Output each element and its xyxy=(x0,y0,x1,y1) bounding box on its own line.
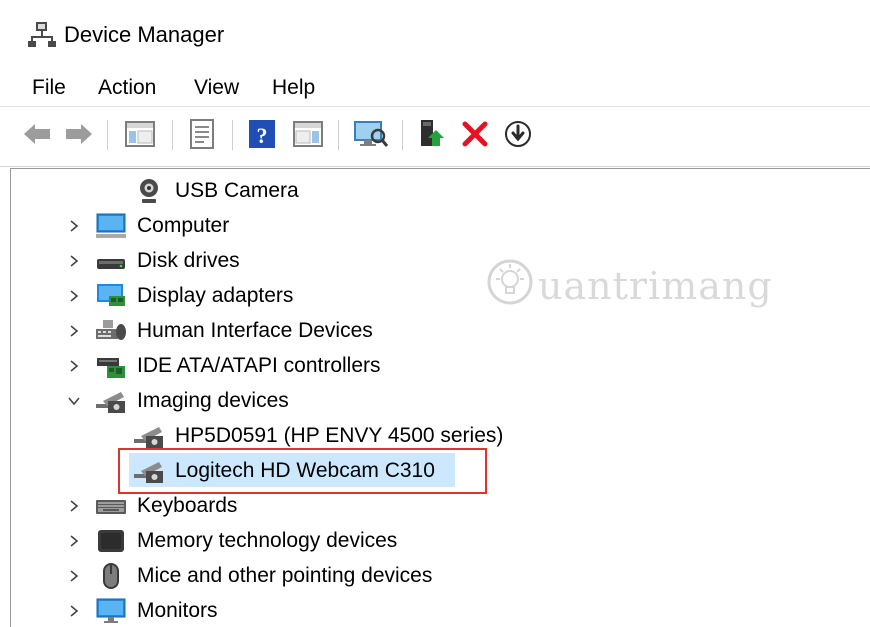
watermark-text: uantrimang xyxy=(538,264,773,308)
title-bar: Device Manager xyxy=(0,0,870,70)
tree-item-imaging-devices[interactable]: Imaging devices xyxy=(11,384,851,418)
chevron-right-icon[interactable] xyxy=(67,359,81,373)
tree-item-usb-camera[interactable]: USB Camera xyxy=(11,174,851,208)
menu-file[interactable]: File xyxy=(30,76,68,100)
tree-item-mice[interactable]: Mice and other pointing devices xyxy=(11,559,851,593)
tree-item-logitech-webcam[interactable]: Logitech HD Webcam C310 xyxy=(11,454,851,488)
chevron-right-icon[interactable] xyxy=(67,324,81,338)
menu-action[interactable]: Action xyxy=(96,76,158,100)
tree-item-label: Monitors xyxy=(137,599,218,622)
chevron-right-icon[interactable] xyxy=(67,254,81,268)
tree-item-label: IDE ATA/ATAPI controllers xyxy=(137,354,381,377)
imaging-device-icon xyxy=(134,427,163,448)
menu-help[interactable]: Help xyxy=(270,76,317,100)
properties-icon[interactable] xyxy=(184,116,220,152)
toolbar-separator xyxy=(338,120,339,150)
ide-controller-icon xyxy=(97,358,125,378)
mouse-icon xyxy=(103,563,119,589)
menu-view[interactable]: View xyxy=(192,76,241,100)
tree-item-label: Disk drives xyxy=(137,249,240,272)
tree-item-label: Human Interface Devices xyxy=(137,319,373,342)
tree-item-human-interface-devices[interactable]: Human Interface Devices xyxy=(11,314,851,348)
chevron-right-icon[interactable] xyxy=(67,604,81,618)
tree-item-label: Computer xyxy=(137,214,230,237)
tree-item-label: USB Camera xyxy=(175,179,299,202)
chevron-right-icon[interactable] xyxy=(67,289,81,303)
display-adapter-icon xyxy=(97,284,125,306)
toolbar-separator xyxy=(232,120,233,150)
lightbulb-logo-icon xyxy=(487,259,533,305)
device-manager-icon xyxy=(28,22,56,47)
back-arrow-icon[interactable] xyxy=(20,116,54,152)
tree-item-label: Keyboards xyxy=(137,494,238,517)
chevron-right-icon[interactable] xyxy=(67,569,81,583)
tree-item-computer[interactable]: Computer xyxy=(11,209,851,243)
disk-drive-icon xyxy=(97,259,125,269)
disable-device-icon[interactable] xyxy=(502,116,534,152)
tree-item-label: Logitech HD Webcam C310 xyxy=(175,459,435,482)
forward-arrow-icon[interactable] xyxy=(62,116,96,152)
keyboard-icon xyxy=(96,500,126,514)
menu-bar: File Action View Help xyxy=(0,72,870,107)
tree-item-label: Imaging devices xyxy=(137,389,289,412)
hid-icon xyxy=(96,320,126,340)
tree-item-label: Display adapters xyxy=(137,284,294,307)
toolbar-separator xyxy=(172,120,173,150)
toolbar-separator xyxy=(402,120,403,150)
chevron-right-icon[interactable] xyxy=(67,534,81,548)
tree-item-label: HP5D0591 (HP ENVY 4500 series) xyxy=(175,424,504,447)
toolbar: ? xyxy=(0,108,870,167)
imaging-device-icon xyxy=(96,392,125,413)
computer-icon xyxy=(96,213,126,238)
toolbar-separator xyxy=(107,120,108,150)
update-driver-icon[interactable] xyxy=(416,116,450,152)
help-icon[interactable]: ? xyxy=(246,116,278,152)
chevron-right-icon[interactable] xyxy=(67,499,81,513)
svg-text:?: ? xyxy=(257,123,268,148)
tree-item-label: Mice and other pointing devices xyxy=(137,564,433,587)
monitor-icon xyxy=(96,598,126,623)
device-tree: USB Camera Computer Disk drives Display … xyxy=(10,168,870,627)
memory-device-icon xyxy=(98,530,124,552)
tree-item-memory-technology-devices[interactable]: Memory technology devices xyxy=(11,524,851,558)
tree-item-label: Memory technology devices xyxy=(137,529,398,552)
webcam-icon xyxy=(140,179,158,203)
imaging-device-icon xyxy=(134,462,163,483)
tree-item-keyboards[interactable]: Keyboards xyxy=(11,489,851,523)
tree-item-monitors[interactable]: Monitors xyxy=(11,594,851,627)
chevron-down-icon[interactable] xyxy=(67,394,81,408)
chevron-right-icon[interactable] xyxy=(67,219,81,233)
tree-item-ide-controllers[interactable]: IDE ATA/ATAPI controllers xyxy=(11,349,851,383)
show-action-pane-icon[interactable] xyxy=(290,116,326,152)
uninstall-device-icon[interactable] xyxy=(460,116,490,152)
scan-hardware-changes-icon[interactable] xyxy=(352,116,390,152)
show-hide-console-tree-icon[interactable] xyxy=(122,116,158,152)
window-title: Device Manager xyxy=(64,22,225,47)
